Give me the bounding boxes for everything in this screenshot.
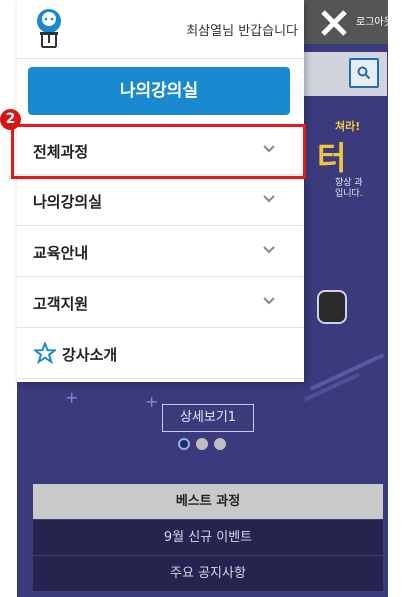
promo-illustration	[317, 290, 347, 324]
promo-text-top: 쳐라!	[335, 120, 361, 133]
step-badge: 2	[0, 109, 21, 130]
side-menu-drawer: 최삼열님 반갑습니다 나의강의실 전체과정 나의강의실 교육안내 고객지원 강사…	[17, 0, 304, 382]
menu-item-label: 나의강의실	[33, 193, 103, 211]
chevron-down-icon	[263, 246, 275, 254]
close-icon	[321, 10, 347, 36]
logout-link[interactable]: 로그아웃	[356, 13, 393, 28]
close-menu-button[interactable]	[319, 8, 349, 38]
slider-dots	[178, 438, 226, 450]
decorative-plus: +	[145, 392, 159, 411]
promo-side-text: 향상 과 입니다.	[335, 178, 363, 199]
menu-item-label: 고객지원	[33, 295, 89, 313]
avatar	[34, 9, 64, 49]
slider-dot-1[interactable]	[178, 438, 190, 450]
user-greeting: 최삼열님 반갑습니다	[186, 24, 298, 39]
search-button[interactable]	[349, 58, 379, 88]
content-tabs: 베스트 과정 9월 신규 이벤트 주요 공지사항	[33, 484, 383, 592]
chevron-down-icon	[263, 195, 275, 203]
tab-best-courses[interactable]: 베스트 과정	[33, 484, 383, 520]
chevron-down-icon	[263, 297, 275, 305]
highlight-box	[11, 124, 306, 179]
slider-dot-2[interactable]	[196, 438, 208, 450]
user-info-row: 최삼열님 반갑습니다	[17, 0, 304, 59]
decorative-plus: +	[65, 388, 79, 407]
detail-view-button[interactable]: 상세보기1	[162, 404, 254, 432]
search-icon	[357, 66, 371, 80]
menu-item-my-classroom[interactable]: 나의강의실	[17, 175, 304, 226]
star-icon	[34, 342, 56, 364]
menu-item-education-guide[interactable]: 교육안내	[17, 226, 304, 277]
my-classroom-button[interactable]: 나의강의실	[28, 67, 290, 115]
menu-item-instructors[interactable]: 강사소개	[17, 328, 304, 379]
menu-item-label: 강사소개	[62, 346, 118, 364]
slider-dot-3[interactable]	[214, 438, 226, 450]
menu-item-customer-support[interactable]: 고객지원	[17, 277, 304, 328]
tab-notices[interactable]: 주요 공지사항	[33, 556, 383, 592]
user-icon	[37, 9, 61, 48]
tab-september-event[interactable]: 9월 신규 이벤트	[33, 520, 383, 556]
promo-text-big: 터	[317, 139, 347, 177]
menu-item-label: 교육안내	[33, 244, 89, 262]
decorative-stripe	[309, 353, 385, 391]
